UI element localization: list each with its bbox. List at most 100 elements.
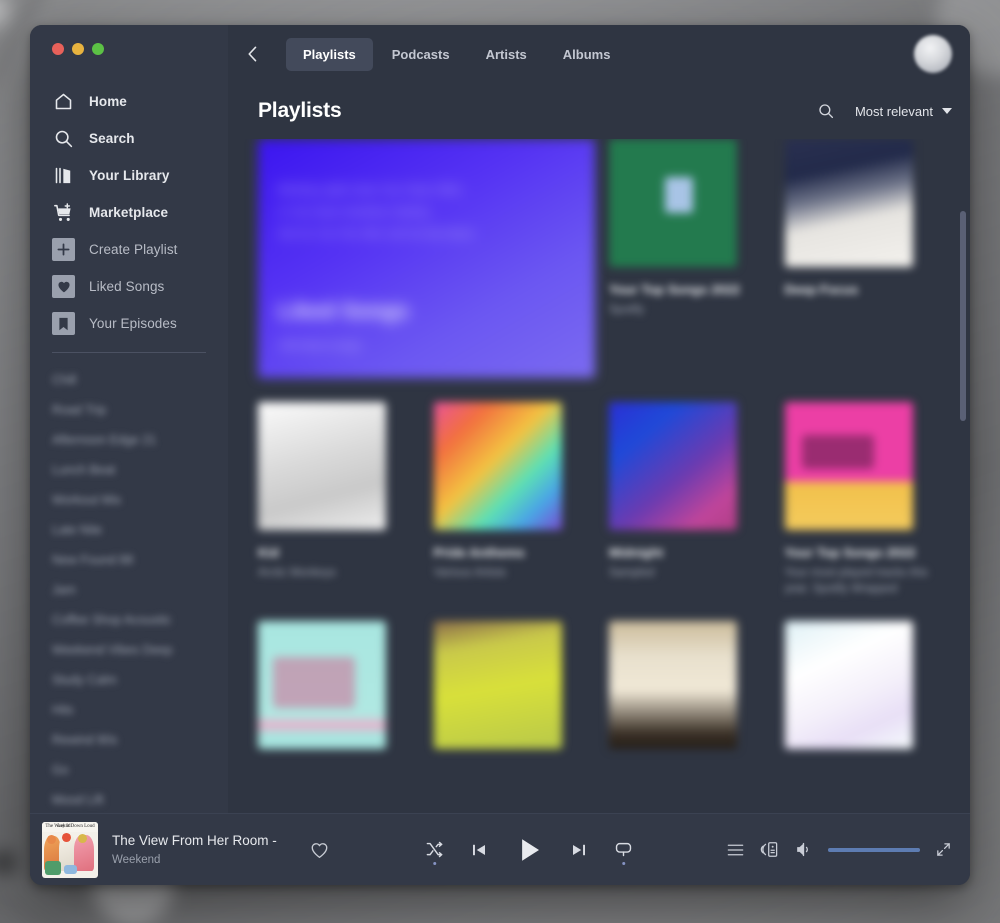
playlist-artwork: [609, 402, 737, 530]
sidebar-playlist-item[interactable]: Hits: [52, 695, 78, 725]
playlist-card[interactable]: Pride Anthems Various Artists: [433, 402, 610, 621]
playlist-card[interactable]: [433, 621, 610, 791]
tab-podcasts[interactable]: Podcasts: [375, 38, 467, 71]
playlist-artwork-title: Liked Songs: [278, 298, 409, 323]
page-title: Playlists: [258, 99, 342, 122]
sidebar-playlist-item[interactable]: New Found 88: [52, 545, 157, 575]
playlist-card[interactable]: [609, 621, 785, 791]
sidebar-item-label: Your Episodes: [89, 316, 177, 331]
sidebar-playlist-item[interactable]: Lunch Beat: [52, 455, 142, 485]
sidebar-item-your-library[interactable]: Your Library: [30, 157, 228, 194]
speaker-icon[interactable]: [794, 840, 813, 859]
close-window-button[interactable]: [52, 43, 64, 55]
playlist-title: Kid: [258, 545, 279, 560]
playlist-subtitle: Spotify: [609, 304, 645, 316]
sidebar-playlist-item[interactable]: Chill: [52, 365, 100, 395]
playlist-title: Your Top Songs 2022: [784, 545, 916, 560]
playlist-card[interactable]: [258, 621, 434, 791]
tab-albums[interactable]: Albums: [546, 38, 628, 71]
heart-outline-icon[interactable]: [306, 841, 332, 859]
avatar[interactable]: [914, 35, 952, 73]
shuffle-button[interactable]: [425, 840, 444, 859]
sidebar-playlist-list: Chill Road Trip Afternoon Edge 21 Lunch …: [30, 365, 228, 813]
sidebar-playlist-item[interactable]: Go: [52, 755, 68, 785]
sidebar-playlist-item[interactable]: Mood Lift: [52, 785, 138, 813]
playlist-card-text: [434, 749, 596, 767]
repeat-button[interactable]: [614, 840, 633, 859]
album-art-text-right: Lay It Down Loud: [57, 823, 95, 829]
tab-playlists[interactable]: Playlists: [286, 37, 373, 71]
shopping-cart-icon: [52, 201, 75, 224]
playlist-artwork: [258, 402, 386, 530]
main-content: Playlists Podcasts Artists Albums Playli…: [228, 25, 970, 813]
desktop: Home Search Your Library Marketplace Cre…: [0, 0, 1000, 923]
album-artwork: The Weeknd Lay It Down Loud: [42, 821, 98, 878]
now-playing-meta: The View From Her Room - 7 Weekend: [112, 831, 292, 868]
sidebar-item-liked-songs[interactable]: Liked Songs: [30, 268, 228, 305]
now-playing-bar: The Weeknd Lay It Down Loud The View Fro…: [30, 813, 970, 885]
sidebar-playlist-item[interactable]: Study Calm: [52, 665, 134, 695]
playlist-artwork-subtitle: 348 liked songs: [278, 338, 362, 352]
library-icon: [52, 164, 75, 187]
playlist-title: Deep Focus: [784, 282, 859, 297]
playlist-card-featured[interactable]: Blinding Lights Save Your Tears Often In…: [258, 139, 609, 402]
connect-device-icon[interactable]: [760, 840, 779, 859]
previous-button[interactable]: [470, 841, 488, 859]
volume-slider[interactable]: [828, 847, 920, 852]
sidebar-playlist-item[interactable]: Road Trip: [52, 395, 122, 425]
playlist-card[interactable]: Kid Arctic Monkeys: [258, 402, 434, 621]
tab-artists[interactable]: Artists: [469, 38, 544, 71]
playlist-artwork-tracklist: Blinding Lights Save Your Tears Often In…: [278, 184, 475, 240]
sidebar-divider: [52, 352, 206, 353]
sidebar-playlist-item[interactable]: Weekend Vibes Deep: [52, 635, 181, 665]
sidebar-playlist-item[interactable]: Rewind 90s: [52, 725, 130, 755]
magnifier-icon: [52, 127, 75, 150]
minimize-window-button[interactable]: [72, 43, 84, 55]
playlist-card[interactable]: Deep Focus: [784, 139, 961, 402]
playlist-artwork: [609, 139, 737, 267]
back-button[interactable]: [236, 37, 270, 71]
volume-slider-fill: [828, 847, 920, 852]
playlist-artwork: [433, 621, 562, 749]
maximize-window-button[interactable]: [92, 43, 104, 55]
playlist-artwork: [258, 621, 386, 749]
playlist-card-text: Pride Anthems Various Artists: [434, 530, 596, 581]
play-button[interactable]: [514, 835, 544, 865]
playlist-artwork: Blinding Lights Save Your Tears Often In…: [258, 139, 595, 378]
playlist-artwork: [784, 621, 913, 749]
sidebar-item-marketplace[interactable]: Marketplace: [30, 194, 228, 231]
playlist-artwork: [784, 402, 913, 530]
sidebar-playlist-item[interactable]: Late Nite: [52, 515, 116, 545]
playlist-card[interactable]: Your Top Songs 2022 Spotify: [609, 139, 785, 402]
playlist-card-text: Your Top Songs 2022 Spotify: [609, 267, 771, 318]
sort-dropdown[interactable]: Most relevant: [855, 104, 952, 119]
queue-list-icon[interactable]: [726, 842, 745, 858]
search-icon[interactable]: [817, 102, 835, 120]
sidebar-playlist-item[interactable]: Workout Mix: [52, 485, 154, 515]
playlist-card-text: [609, 749, 771, 767]
playlist-card[interactable]: [784, 621, 961, 791]
playlist-artwork: [433, 402, 562, 530]
content-scrollbar[interactable]: [960, 211, 966, 421]
sidebar-item-home[interactable]: Home: [30, 83, 228, 120]
sidebar-item-your-episodes[interactable]: Your Episodes: [30, 305, 228, 342]
expand-icon[interactable]: [935, 841, 952, 858]
playlist-card-grid: Blinding Lights Save Your Tears Often In…: [258, 139, 960, 791]
playlist-card-text: [258, 749, 420, 767]
sidebar-playlist-item[interactable]: Coffee Shop Acoustic: [52, 605, 190, 635]
sidebar-item-search[interactable]: Search: [30, 120, 228, 157]
sidebar: Home Search Your Library Marketplace Cre…: [30, 25, 228, 813]
track-title[interactable]: The View From Her Room - 7: [112, 831, 280, 850]
section-header: Playlists Most relevant: [228, 83, 970, 139]
house-icon: [52, 90, 75, 113]
sidebar-item-create-playlist[interactable]: Create Playlist: [30, 231, 228, 268]
playback-controls: [332, 835, 726, 865]
playlist-card[interactable]: Your Top Songs 2022 Your most played tra…: [784, 402, 961, 621]
track-artist[interactable]: Weekend: [112, 852, 292, 868]
sidebar-playlist-item[interactable]: Jam: [52, 575, 82, 605]
next-button[interactable]: [570, 841, 588, 859]
cards-scroll-area: Blinding Lights Save Your Tears Often In…: [228, 139, 970, 813]
bookmark-icon: [52, 312, 75, 335]
sidebar-playlist-item[interactable]: Afternoon Edge 21: [52, 425, 176, 455]
playlist-card[interactable]: Midnight Sampled: [609, 402, 785, 621]
